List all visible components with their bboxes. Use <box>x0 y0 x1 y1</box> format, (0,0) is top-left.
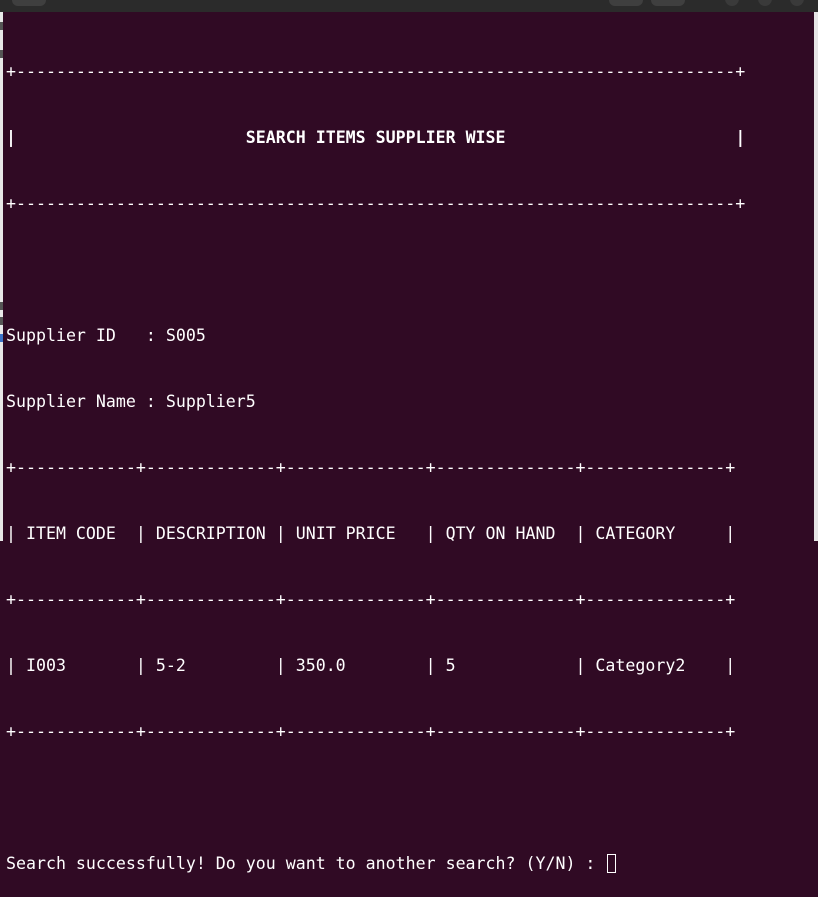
header-border-top: +---------------------------------------… <box>6 62 746 81</box>
prompt-line: Search successfully! Do you want to anot… <box>6 853 745 875</box>
supplier-name-line: Supplier Name : Supplier5 <box>6 392 256 411</box>
header-border-bottom: +---------------------------------------… <box>6 194 746 213</box>
titlebar-tab-button[interactable] <box>12 0 46 6</box>
header-border-left: | <box>6 128 16 147</box>
scrollbar[interactable] <box>814 12 818 541</box>
header-title-row: | SEARCH ITEMS SUPPLIER WISE | <box>6 127 745 149</box>
header-pad <box>506 128 736 147</box>
titlebar-search-button[interactable] <box>609 0 643 6</box>
titlebar-menu-button[interactable] <box>651 0 685 6</box>
prompt-text: Search successfully! Do you want to anot… <box>6 854 606 873</box>
close-icon[interactable] <box>790 0 804 6</box>
terminal-output[interactable]: +---------------------------------------… <box>6 17 745 897</box>
maximize-icon[interactable] <box>758 0 772 6</box>
supplier-id-line: Supplier ID : S005 <box>6 326 206 345</box>
edge-mark <box>0 22 3 30</box>
table-header: | ITEM CODE | DESCRIPTION | UNIT PRICE |… <box>6 524 736 543</box>
window-titlebar <box>0 0 818 12</box>
text-cursor <box>607 854 617 873</box>
edge-mark <box>0 50 3 58</box>
edge-mark <box>0 334 3 342</box>
edge-mark <box>0 302 3 310</box>
header-pad <box>16 128 246 147</box>
table-border-middle: +------------+-------------+------------… <box>6 590 736 609</box>
minimize-icon[interactable] <box>725 0 739 6</box>
table-border-bottom: +------------+-------------+------------… <box>6 722 736 741</box>
table-border-top: +------------+-------------+------------… <box>6 458 736 477</box>
page-title: SEARCH ITEMS SUPPLIER WISE <box>245 128 506 147</box>
edge-mark <box>0 317 3 325</box>
table-row: | I003 | 5-2 | 350.0 | 5 | Category2 | <box>6 656 736 675</box>
header-border-right: | <box>735 128 746 147</box>
background-window-edge <box>0 12 3 541</box>
